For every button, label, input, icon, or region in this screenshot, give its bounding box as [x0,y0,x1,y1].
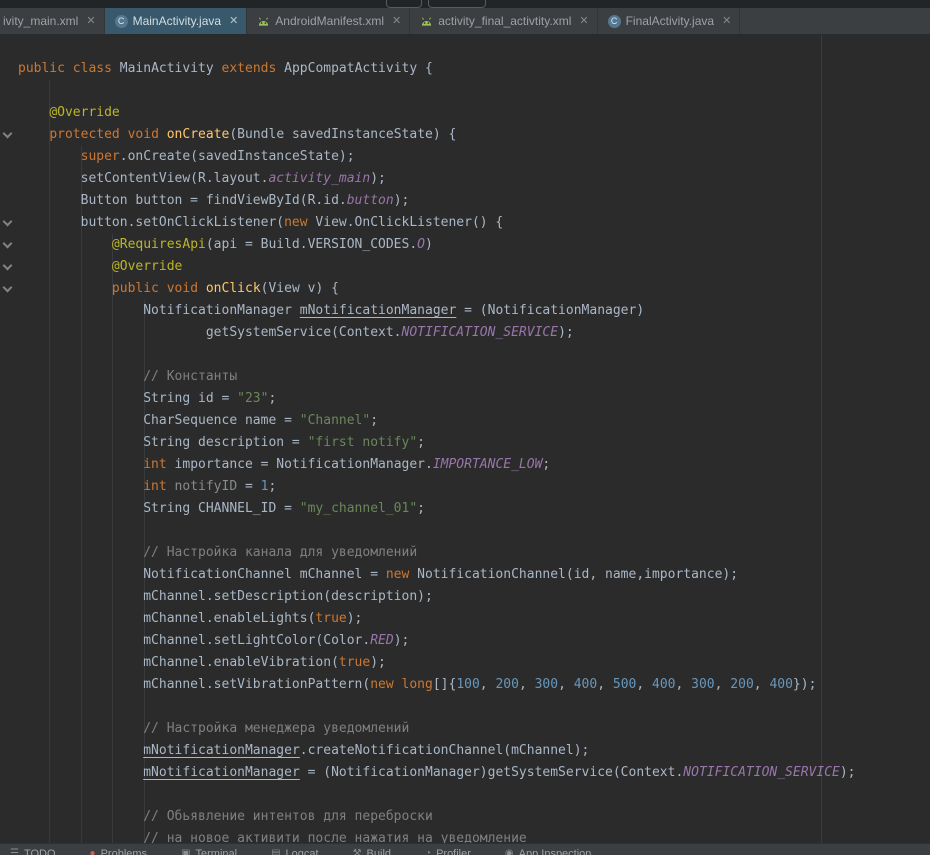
toolbar-button-partial[interactable] [428,0,486,8]
code-line[interactable]: @RequiresApi(api = Build.VERSION_CODES.O… [18,234,930,256]
code-line[interactable]: mChannel.enableLights(true); [18,608,930,630]
editor-tab-finalactivity-java[interactable]: C FinalActivity.java ✕ [598,8,741,34]
code-line[interactable]: Button button = findViewById(R.id.button… [18,190,930,212]
tool-button-label: Profiler [436,848,471,855]
editor-tab-androidmanifest-xml[interactable]: AndroidManifest.xml ✕ [247,8,410,34]
android-file-icon [420,16,433,27]
inspection-icon: ◉ [505,849,514,855]
java-class-icon: C [115,15,128,28]
code-line[interactable]: NotificationChannel mChannel = new Notif… [18,564,930,586]
code-line[interactable]: mChannel.setVibrationPattern(new long[]{… [18,674,930,696]
editor-gutter [0,35,16,844]
editor-tab-activity-final-activtity-xml[interactable]: activity_final_activtity.xml ✕ [410,8,597,34]
close-icon[interactable]: ✕ [579,16,588,27]
code-line[interactable]: String description = "first notify"; [18,432,930,454]
close-icon[interactable]: ✕ [392,16,401,27]
profiler-icon: ◔ [425,849,431,855]
code-line[interactable]: NotificationManager mNotificationManager… [18,300,930,322]
tool-button-label: Build [367,848,391,855]
tab-label: FinalActivity.java [626,14,714,28]
code-line[interactable]: // Настройка канала для уведомлений [18,542,930,564]
java-class-icon: C [608,15,621,28]
code-line[interactable]: mChannel.enableVibration(true); [18,652,930,674]
tool-button-app-inspection[interactable]: ◉ App Inspection [505,845,592,855]
ide-window: ivity_main.xml✕CMainActivity.java✕Androi… [0,0,930,855]
tool-button-todo[interactable]: ☰ TODO [10,845,56,855]
code-line[interactable]: // Обьявление интентов для переброски [18,806,930,828]
code-line[interactable]: public class MainActivity extends AppCom… [18,58,930,80]
tool-button-terminal[interactable]: ▣ Terminal [181,845,237,855]
close-icon[interactable]: ✕ [229,16,238,27]
fold-marker-icon[interactable] [3,130,12,139]
code-line[interactable]: mChannel.setDescription(description); [18,586,930,608]
tool-button-label: Terminal [196,848,238,855]
code-line[interactable]: // Константы [18,366,930,388]
code-line[interactable]: mNotificationManager.createNotificationC… [18,740,930,762]
tool-button-label: Problems [101,848,147,855]
code-line[interactable]: String CHANNEL_ID = "my_channel_01"; [18,498,930,520]
code-line[interactable]: getSystemService(Context.NOTIFICATION_SE… [18,322,930,344]
close-icon[interactable]: ✕ [86,16,95,27]
code-line[interactable]: // Настройка менеджера уведомлений [18,718,930,740]
fold-marker-icon[interactable] [3,284,12,293]
android-file-icon [257,16,270,27]
code-line[interactable] [18,696,930,718]
code-line[interactable]: mChannel.setLightColor(Color.RED); [18,630,930,652]
code-line[interactable]: super.onCreate(savedInstanceState); [18,146,930,168]
tool-button-profiler[interactable]: ◔ Profiler [425,845,471,855]
code-line[interactable]: mNotificationManager = (NotificationMana… [18,762,930,784]
tab-label: MainActivity.java [133,14,221,28]
code-line[interactable]: String id = "23"; [18,388,930,410]
code-line[interactable] [18,784,930,806]
code-line[interactable]: public void onClick(View v) { [18,278,930,300]
code-area[interactable]: public class MainActivity extends AppCom… [18,58,930,844]
tab-label: AndroidManifest.xml [275,14,384,28]
tool-button-logcat[interactable]: ▤ Logcat [271,845,318,855]
close-icon[interactable]: ✕ [722,16,731,27]
code-line[interactable] [18,344,930,366]
code-line[interactable]: int importance = NotificationManager.IMP… [18,454,930,476]
editor-tab-mainactivity-java[interactable]: C MainActivity.java ✕ [105,8,248,34]
todo-icon: ☰ [10,849,19,855]
editor-tab-ivity-main-xml[interactable]: ivity_main.xml ✕ [0,8,105,34]
code-line[interactable]: setContentView(R.layout.activity_main); [18,168,930,190]
code-line[interactable] [18,520,930,542]
code-line[interactable] [18,80,930,102]
tool-button-label: TODO [24,848,56,855]
toolbar-button-partial[interactable] [386,0,422,8]
code-line[interactable]: // на новое активити после нажатия на ув… [18,828,930,844]
tool-button-label: App Inspection [519,848,592,855]
tool-window-bar: ☰ TODO ● Problems ▣ Terminal ▤ Logcat ⚒ Build ◔ Pro… [0,843,930,855]
code-line[interactable]: CharSequence name = "Channel"; [18,410,930,432]
code-line[interactable]: int notifyID = 1; [18,476,930,498]
tool-button-build[interactable]: ⚒ Build [353,845,391,855]
fold-marker-icon[interactable] [3,262,12,271]
code-line[interactable]: @Override [18,102,930,124]
fold-marker-icon[interactable] [3,240,12,249]
tool-button-problems[interactable]: ● Problems [90,845,148,855]
editor-tab-bar: ivity_main.xml✕CMainActivity.java✕Androi… [0,8,930,35]
code-line[interactable]: protected void onCreate(Bundle savedInst… [18,124,930,146]
fold-marker-icon[interactable] [3,218,12,227]
toolbar-strip [0,0,930,8]
build-icon: ⚒ [353,849,362,855]
problems-icon: ● [90,849,96,855]
tool-button-label: Logcat [286,848,319,855]
tab-label: ivity_main.xml [3,14,78,28]
code-line[interactable]: button.setOnClickListener(new View.OnCli… [18,212,930,234]
editor-pane: public class MainActivity extends AppCom… [0,35,930,844]
logcat-icon: ▤ [271,849,280,855]
terminal-icon: ▣ [181,849,190,855]
tab-label: activity_final_activtity.xml [438,14,571,28]
code-line[interactable]: @Override [18,256,930,278]
